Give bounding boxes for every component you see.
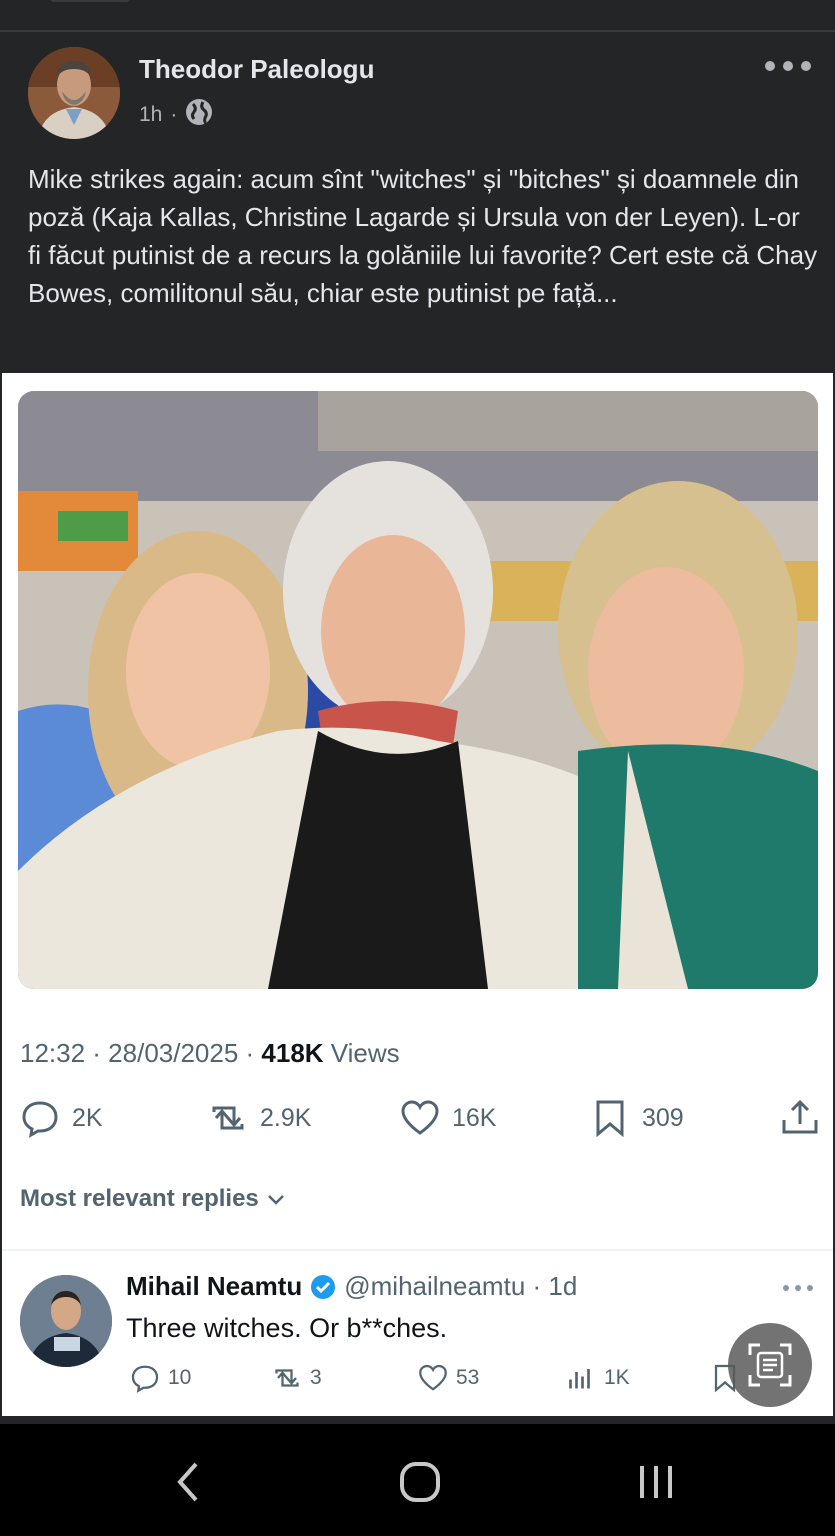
repost-icon [275, 1369, 299, 1387]
reply-author-name[interactable]: Mihail Neamtu [126, 1271, 302, 1302]
repost-action[interactable]: 2.9K [208, 1098, 311, 1138]
share-icon [782, 1099, 818, 1134]
chevron-down-icon [267, 1195, 284, 1205]
post-text: Mike strikes again: acum sînt "witches" … [28, 164, 818, 308]
divider [2, 1249, 833, 1251]
repost-icon [212, 1106, 244, 1130]
tweet-actions: 2K 2.9K 16K 309 [2, 1098, 833, 1148]
post-header: Theodor Paleologu 1h · [0, 34, 835, 144]
reply-like-count: 53 [456, 1366, 480, 1389]
home-button[interactable] [390, 1454, 450, 1510]
author-avatar[interactable] [28, 47, 120, 139]
reply-text: Three witches. Or b**ches. [126, 1313, 448, 1343]
scan-text-icon [748, 1343, 792, 1387]
author-name[interactable]: Theodor Paleologu [139, 54, 374, 85]
like-count: 16K [452, 1103, 497, 1132]
shared-tweet-screenshot[interactable]: 12:32 · 28/03/2025 · 418K Views 2K 2.9K … [2, 373, 833, 1416]
android-nav-bar [0, 1424, 835, 1536]
bookmark-count: 309 [642, 1103, 684, 1132]
tweet-views-count: 418K [261, 1038, 324, 1068]
post-options-button[interactable] [765, 54, 811, 78]
reply-handle: @mihailneamtu · 1d [344, 1271, 578, 1301]
recents-icon [640, 1466, 672, 1498]
bookmark-icon [596, 1100, 624, 1138]
verified-badge-icon [311, 1274, 336, 1299]
reply-reply-count: 10 [168, 1366, 192, 1389]
reply-actions: 10 3 53 1K [126, 1363, 826, 1403]
reply-like-action[interactable]: 53 [418, 1363, 479, 1393]
reply-views-count: 1K [604, 1366, 630, 1389]
top-app-strip [0, 0, 835, 32]
meta-separator: · [170, 103, 178, 126]
post-time[interactable]: 1h [139, 103, 162, 127]
reply-repost-count: 3 [310, 1366, 322, 1389]
tweet-views-label: Views [323, 1038, 400, 1068]
home-circle-icon [400, 1462, 440, 1502]
globe-icon [185, 98, 213, 132]
replies-sort-dropdown[interactable]: Most relevant replies [20, 1185, 287, 1213]
like-action[interactable]: 16K [400, 1098, 496, 1138]
tweet-date: 12:32 · 28/03/2025 · [20, 1038, 262, 1068]
tweet-timestamp: 12:32 · 28/03/2025 · 418K Views [20, 1038, 400, 1069]
post-meta: 1h · [139, 98, 213, 132]
text-scan-button[interactable] [728, 1323, 812, 1407]
replies-sort-label: Most relevant replies [20, 1185, 259, 1212]
back-chevron-icon [177, 1462, 198, 1502]
analytics-icon [569, 1369, 590, 1389]
heart-icon [401, 1100, 439, 1135]
reply-action[interactable]: 2K [20, 1098, 103, 1138]
reply-options-button[interactable] [783, 1285, 813, 1293]
selfie-photo [18, 391, 818, 989]
comment-icon [22, 1101, 58, 1138]
repost-count: 2.9K [260, 1103, 312, 1132]
top-pill [50, 0, 130, 2]
bookmark-action[interactable]: 309 [590, 1098, 684, 1138]
reply-avatar[interactable] [20, 1275, 112, 1367]
reply-reply-action[interactable]: 10 [130, 1363, 191, 1393]
reply-header: Mihail Neamtu @mihailneamtu · 1d [126, 1271, 577, 1302]
reply-views-action[interactable]: 1K [566, 1363, 630, 1393]
reply-repost-action[interactable]: 3 [272, 1363, 322, 1393]
share-action[interactable] [780, 1098, 820, 1138]
reply-count: 2K [72, 1103, 103, 1132]
heart-icon [419, 1364, 447, 1391]
comment-icon [131, 1365, 159, 1393]
recents-button[interactable] [626, 1454, 686, 1510]
back-button[interactable] [158, 1454, 218, 1510]
